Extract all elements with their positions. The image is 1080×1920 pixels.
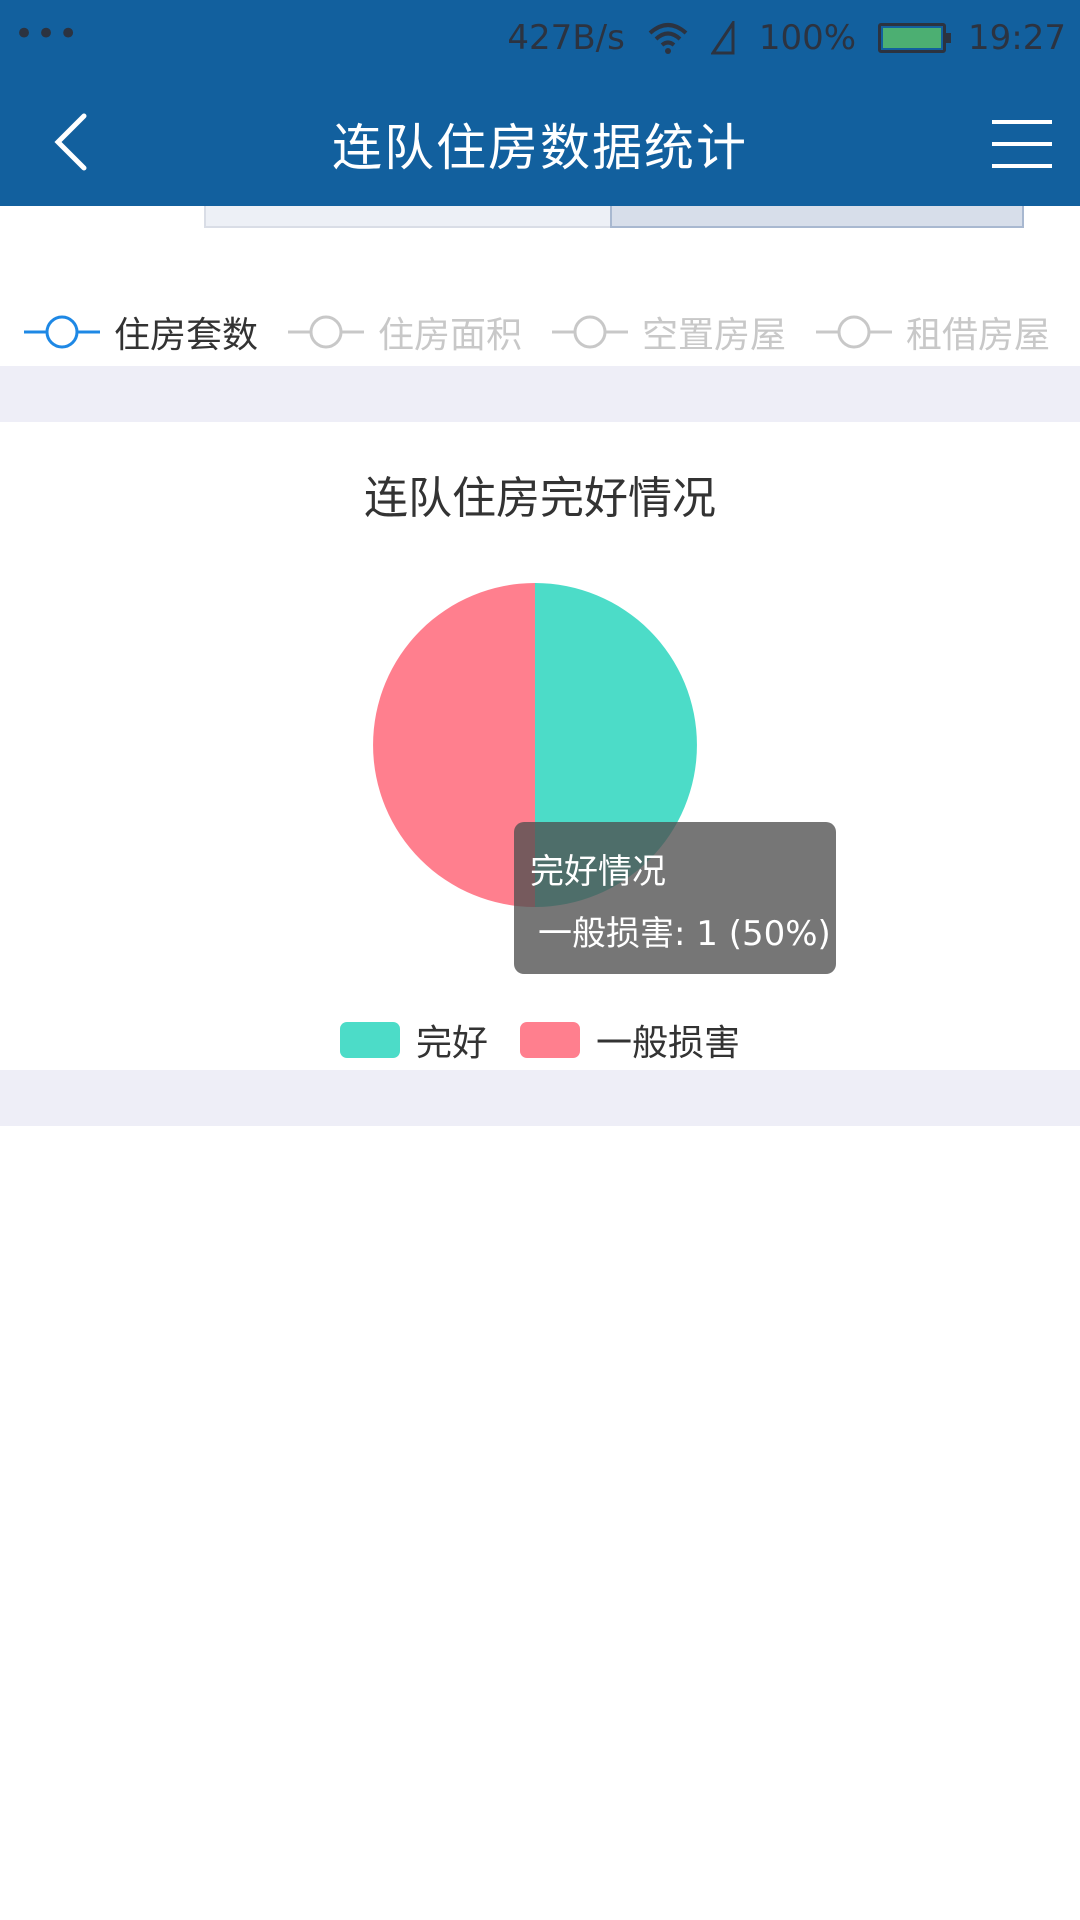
chart-tooltip: 完好情况 一般损害: 1 (50%) xyxy=(514,822,836,974)
network-speed: 427B/s xyxy=(507,18,625,58)
status-bar: ••• 427B/s 100% 19:27 xyxy=(0,0,1080,78)
battery-icon xyxy=(878,23,952,53)
legend-item-good[interactable]: 完好 xyxy=(339,1014,488,1066)
pie-slice-damaged[interactable] xyxy=(373,583,535,907)
clock: 19:27 xyxy=(968,18,1066,58)
series-tab-label: 住房面积 xyxy=(378,315,523,356)
legend-item-damaged[interactable]: 一般损害 xyxy=(520,1014,740,1066)
tooltip-title: 完好情况 xyxy=(530,852,666,892)
chart-title: 连队住房完好情况 xyxy=(364,473,716,524)
legend-label: 完好 xyxy=(415,1023,488,1064)
previous-chart-fragment xyxy=(204,206,1024,228)
line-marker-icon xyxy=(816,315,893,349)
series-tab-vacant[interactable]: 空置房屋 xyxy=(552,306,786,358)
page-title: 连队住房数据统计 xyxy=(332,119,748,177)
legend-swatch-damaged xyxy=(520,1022,580,1058)
line-marker-icon xyxy=(24,315,100,349)
section-divider xyxy=(0,366,1080,422)
series-tab-count[interactable]: 住房套数 xyxy=(24,306,258,358)
wifi-icon xyxy=(648,23,688,54)
series-legend: 住房套数 住房面积 空置房屋 租借房屋 xyxy=(0,302,1080,362)
notification-dots: ••• xyxy=(14,14,81,54)
legend-swatch-good xyxy=(339,1022,400,1058)
series-tab-label: 空置房屋 xyxy=(642,315,787,356)
section-divider xyxy=(0,1070,1080,1126)
series-tab-area[interactable]: 住房面积 xyxy=(288,306,522,358)
pie-legend: 完好 一般损害 xyxy=(0,1012,1080,1068)
menu-button[interactable] xyxy=(992,120,1052,168)
tooltip-value: 一般损害: 1 (50%) xyxy=(538,914,831,954)
line-marker-icon xyxy=(552,315,629,349)
app-bar: 连队住房数据统计 xyxy=(0,78,1080,206)
line-marker-icon xyxy=(288,315,365,349)
battery-percent: 100% xyxy=(758,18,857,58)
series-tab-rented[interactable]: 租借房屋 xyxy=(816,306,1050,358)
legend-label: 一般损害 xyxy=(596,1023,741,1064)
signal-icon xyxy=(710,21,735,55)
series-tab-label: 租借房屋 xyxy=(906,315,1051,356)
hamburger-menu-icon xyxy=(992,120,1052,124)
series-tab-label: 住房套数 xyxy=(114,315,259,356)
